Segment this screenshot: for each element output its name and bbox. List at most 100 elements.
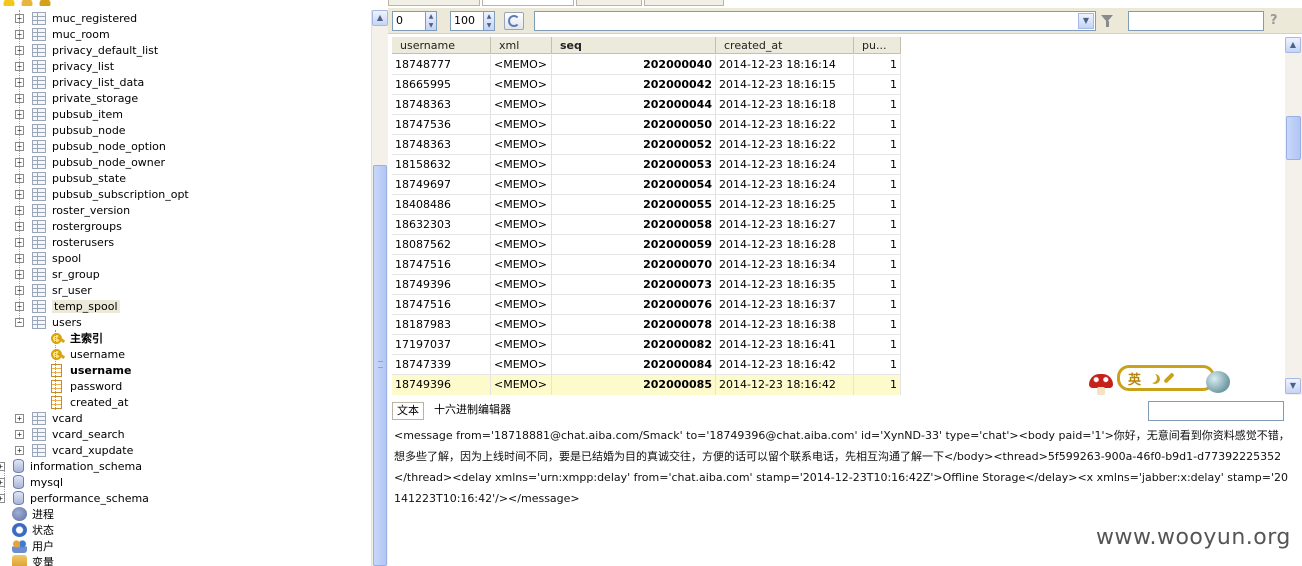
cell-xml[interactable]: <MEMO> bbox=[491, 75, 552, 95]
cell-seq[interactable]: 202000052 bbox=[552, 135, 716, 155]
cell-xml[interactable]: <MEMO> bbox=[491, 95, 552, 115]
cell-username[interactable]: 18632303 bbox=[392, 215, 491, 235]
scroll-thumb[interactable] bbox=[373, 165, 387, 566]
cell-xml[interactable]: <MEMO> bbox=[491, 215, 552, 235]
cell-xml[interactable]: <MEMO> bbox=[491, 115, 552, 135]
cell-username[interactable]: 18748363 bbox=[392, 95, 491, 115]
cell-username[interactable]: 18749697 bbox=[392, 175, 491, 195]
tree-item-node[interactable]: 变量 bbox=[12, 554, 54, 566]
tree-item-database[interactable]: + information_schema bbox=[0, 458, 142, 474]
cell-seq[interactable]: 202000085 bbox=[552, 375, 716, 395]
scroll-up-button[interactable]: ▲ bbox=[1285, 37, 1301, 53]
cell-pu[interactable]: 1 bbox=[854, 175, 901, 195]
tree-item-table[interactable]: + rostergroups bbox=[15, 218, 122, 234]
tree-item-column[interactable]: username bbox=[51, 362, 131, 378]
table-row[interactable]: 18748363 <MEMO> 202000052 2014-12-23 18:16:… bbox=[392, 135, 901, 155]
ime-language[interactable]: 英 bbox=[1128, 369, 1141, 388]
tree-item-table[interactable]: + privacy_list bbox=[15, 58, 114, 74]
table-row[interactable]: 18087562 <MEMO> 202000059 2014-12-23 18:16:… bbox=[392, 235, 901, 255]
table-row[interactable]: 18408486 <MEMO> 202000055 2014-12-23 18:16:… bbox=[392, 195, 901, 215]
cell-seq[interactable]: 202000058 bbox=[552, 215, 716, 235]
cell-created-at[interactable]: 2014-12-23 18:16:24 bbox=[716, 155, 854, 175]
tree-item-database[interactable]: + performance_schema bbox=[0, 490, 149, 506]
cell-pu[interactable]: 1 bbox=[854, 355, 901, 375]
cell-created-at[interactable]: 2014-12-23 18:16:15 bbox=[716, 75, 854, 95]
offset-input[interactable]: 0 bbox=[392, 11, 426, 31]
cell-created-at[interactable]: 2014-12-23 18:16:28 bbox=[716, 235, 854, 255]
cell-seq[interactable]: 202000084 bbox=[552, 355, 716, 375]
cell-username[interactable]: 18408486 bbox=[392, 195, 491, 215]
cell-seq[interactable]: 202000059 bbox=[552, 235, 716, 255]
tree-item-table[interactable]: + vcard_xupdate bbox=[15, 442, 133, 458]
cell-created-at[interactable]: 2014-12-23 18:16:38 bbox=[716, 315, 854, 335]
offset-stepper[interactable]: ▲ ▼ bbox=[425, 11, 437, 31]
cell-seq[interactable]: 202000055 bbox=[552, 195, 716, 215]
table-row[interactable]: 18158632 <MEMO> 202000053 2014-12-23 18:16:… bbox=[392, 155, 901, 175]
moon-icon[interactable] bbox=[1147, 373, 1157, 383]
cell-xml[interactable]: <MEMO> bbox=[491, 175, 552, 195]
limit-stepper[interactable]: ▲ ▼ bbox=[483, 11, 495, 31]
cell-pu[interactable]: 1 bbox=[854, 335, 901, 355]
cell-pu[interactable]: 1 bbox=[854, 115, 901, 135]
tree-item-table[interactable]: + temp_spool bbox=[15, 298, 120, 314]
cell-username[interactable]: 18748777 bbox=[392, 55, 491, 75]
cell-username[interactable]: 18187983 bbox=[392, 315, 491, 335]
data-grid[interactable]: username xml seq created_at pu... 187487… bbox=[392, 37, 1285, 395]
cell-pu[interactable]: 1 bbox=[854, 95, 901, 115]
tree-item-table[interactable]: − users bbox=[15, 314, 82, 330]
value-search-input[interactable] bbox=[1148, 401, 1284, 421]
cell-username[interactable]: 17197037 bbox=[392, 335, 491, 355]
cell-seq[interactable]: 202000070 bbox=[552, 255, 716, 275]
cell-xml[interactable]: <MEMO> bbox=[491, 275, 552, 295]
expand-icon[interactable]: + bbox=[15, 429, 24, 439]
tree-item-table[interactable]: + sr_user bbox=[15, 282, 92, 298]
cell-username[interactable]: 18749396 bbox=[392, 375, 491, 395]
cell-seq[interactable]: 202000050 bbox=[552, 115, 716, 135]
scroll-up-button[interactable]: ▲ bbox=[372, 10, 388, 26]
tools-icon[interactable] bbox=[38, 0, 52, 6]
column-header-pu[interactable]: pu... bbox=[854, 37, 901, 54]
cell-xml[interactable]: <MEMO> bbox=[491, 55, 552, 75]
cell-pu[interactable]: 1 bbox=[854, 215, 901, 235]
cell-xml[interactable]: <MEMO> bbox=[491, 255, 552, 275]
tree-item-table[interactable]: + roster_version bbox=[15, 202, 130, 218]
scroll-down-button[interactable]: ▼ bbox=[1285, 378, 1301, 394]
tab-data-browser[interactable] bbox=[482, 0, 574, 6]
tree-item-table[interactable]: + pubsub_subscription_opt bbox=[15, 186, 189, 202]
cell-pu[interactable]: 1 bbox=[854, 135, 901, 155]
cell-xml[interactable]: <MEMO> bbox=[491, 235, 552, 255]
tree-item-table[interactable]: + private_storage bbox=[15, 90, 138, 106]
cell-pu[interactable]: 1 bbox=[854, 235, 901, 255]
table-row[interactable]: 18748363 <MEMO> 202000044 2014-12-23 18:16:… bbox=[392, 95, 901, 115]
cell-pu[interactable]: 1 bbox=[854, 75, 901, 95]
cell-xml[interactable]: <MEMO> bbox=[491, 335, 552, 355]
cell-pu[interactable]: 1 bbox=[854, 275, 901, 295]
tree-item-table[interactable]: + privacy_default_list bbox=[15, 42, 158, 58]
tree-item-key[interactable]: username bbox=[51, 346, 125, 362]
tree-item-table[interactable]: + rosterusers bbox=[15, 234, 114, 250]
expand-icon[interactable]: + bbox=[15, 413, 24, 423]
table-row[interactable]: 18665995 <MEMO> 202000042 2014-12-23 18:16:… bbox=[392, 75, 901, 95]
column-header-username[interactable]: username bbox=[392, 37, 491, 54]
cell-username[interactable]: 18747516 bbox=[392, 255, 491, 275]
table-row[interactable]: 17197037 <MEMO> 202000082 2014-12-23 18:16:… bbox=[392, 335, 901, 355]
cell-created-at[interactable]: 2014-12-23 18:16:42 bbox=[716, 375, 854, 395]
cell-pu[interactable]: 1 bbox=[854, 195, 901, 215]
table-row[interactable]: 18749697 <MEMO> 202000054 2014-12-23 18:16:… bbox=[392, 175, 901, 195]
grid-scrollbar[interactable]: ▲ ▼ bbox=[1285, 37, 1302, 395]
tree-item-key[interactable]: 主索引 bbox=[51, 330, 103, 346]
tree-item-table[interactable]: + muc_registered bbox=[15, 10, 137, 26]
cell-pu[interactable]: 1 bbox=[854, 55, 901, 75]
column-header-seq[interactable]: seq bbox=[552, 37, 716, 54]
cell-username[interactable]: 18087562 bbox=[392, 235, 491, 255]
table-row[interactable]: 18749396 <MEMO> 202000085 2014-12-23 18:16:… bbox=[392, 375, 901, 395]
tab-text[interactable]: 文本 bbox=[392, 402, 424, 420]
help-icon[interactable]: ? bbox=[1270, 13, 1284, 29]
object-tree[interactable]: + muc_registered + muc_room + privacy_default… bbox=[0, 0, 388, 566]
refresh-button[interactable] bbox=[504, 12, 524, 30]
scroll-thumb[interactable] bbox=[1286, 116, 1301, 160]
table-row[interactable]: 18747339 <MEMO> 202000084 2014-12-23 18:16:… bbox=[392, 355, 901, 375]
cell-seq[interactable]: 202000044 bbox=[552, 95, 716, 115]
cell-created-at[interactable]: 2014-12-23 18:16:22 bbox=[716, 115, 854, 135]
cell-username[interactable]: 18749396 bbox=[392, 275, 491, 295]
